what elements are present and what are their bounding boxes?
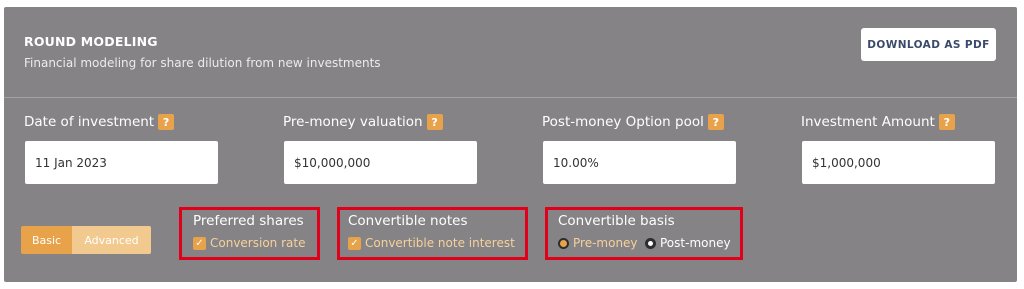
pre-money-radio-option[interactable]: Pre-money bbox=[558, 236, 638, 250]
pre-money-valuation-label: Pre-money valuation ? bbox=[283, 114, 443, 130]
date-of-investment-label: Date of investment ? bbox=[24, 114, 175, 130]
pre-money-valuation-input[interactable]: $10,000,000 bbox=[284, 141, 477, 184]
question-icon[interactable]: ? bbox=[707, 114, 724, 130]
date-of-investment-input[interactable]: 11 Jan 2023 bbox=[25, 141, 218, 184]
field-label-text: Pre-money valuation bbox=[283, 114, 423, 130]
check-icon[interactable]: ✓ bbox=[193, 236, 206, 250]
convertible-note-interest-option[interactable]: ✓ Convertible note interest bbox=[348, 236, 515, 250]
basic-mode-button[interactable]: Basic bbox=[21, 226, 72, 254]
question-icon[interactable]: ? bbox=[426, 114, 443, 130]
investment-amount-input[interactable]: $1,000,000 bbox=[802, 141, 995, 184]
post-money-option-pool-label: Post-money Option pool ? bbox=[542, 114, 724, 130]
download-pdf-button[interactable]: DOWNLOAD AS PDF bbox=[861, 28, 996, 61]
question-icon[interactable]: ? bbox=[938, 114, 955, 130]
conversion-rate-label: Conversion rate bbox=[210, 236, 306, 250]
field-label-text: Investment Amount bbox=[801, 114, 935, 130]
check-icon[interactable]: ✓ bbox=[348, 236, 361, 250]
convertible-note-interest-label: Convertible note interest bbox=[365, 236, 515, 250]
radio-unselected-icon[interactable] bbox=[558, 237, 569, 249]
post-money-label: Post-money bbox=[660, 236, 731, 250]
post-money-option-pool-input[interactable]: 10.00% bbox=[543, 141, 736, 184]
question-icon[interactable]: ? bbox=[158, 114, 175, 130]
page-title: ROUND MODELING bbox=[24, 34, 158, 49]
radio-selected-icon[interactable] bbox=[645, 237, 656, 249]
investment-amount-label: Investment Amount ? bbox=[801, 114, 955, 130]
pre-money-label: Pre-money bbox=[573, 236, 638, 250]
advanced-mode-button[interactable]: Advanced bbox=[72, 226, 151, 254]
conversion-rate-option[interactable]: ✓ Conversion rate bbox=[193, 236, 305, 250]
field-label-text: Post-money Option pool bbox=[542, 114, 704, 130]
page-subtitle: Financial modeling for share dilution fr… bbox=[24, 56, 381, 70]
mode-toggle: Basic Advanced bbox=[21, 226, 151, 254]
post-money-radio-option[interactable]: Post-money bbox=[645, 236, 731, 250]
preferred-shares-title: Preferred shares bbox=[193, 213, 304, 229]
convertible-basis-title: Convertible basis bbox=[558, 213, 675, 229]
panel-header: ROUND MODELING Financial modeling for sh… bbox=[4, 7, 1017, 98]
field-label-text: Date of investment bbox=[24, 114, 155, 130]
convertible-notes-title: Convertible notes bbox=[348, 213, 468, 229]
